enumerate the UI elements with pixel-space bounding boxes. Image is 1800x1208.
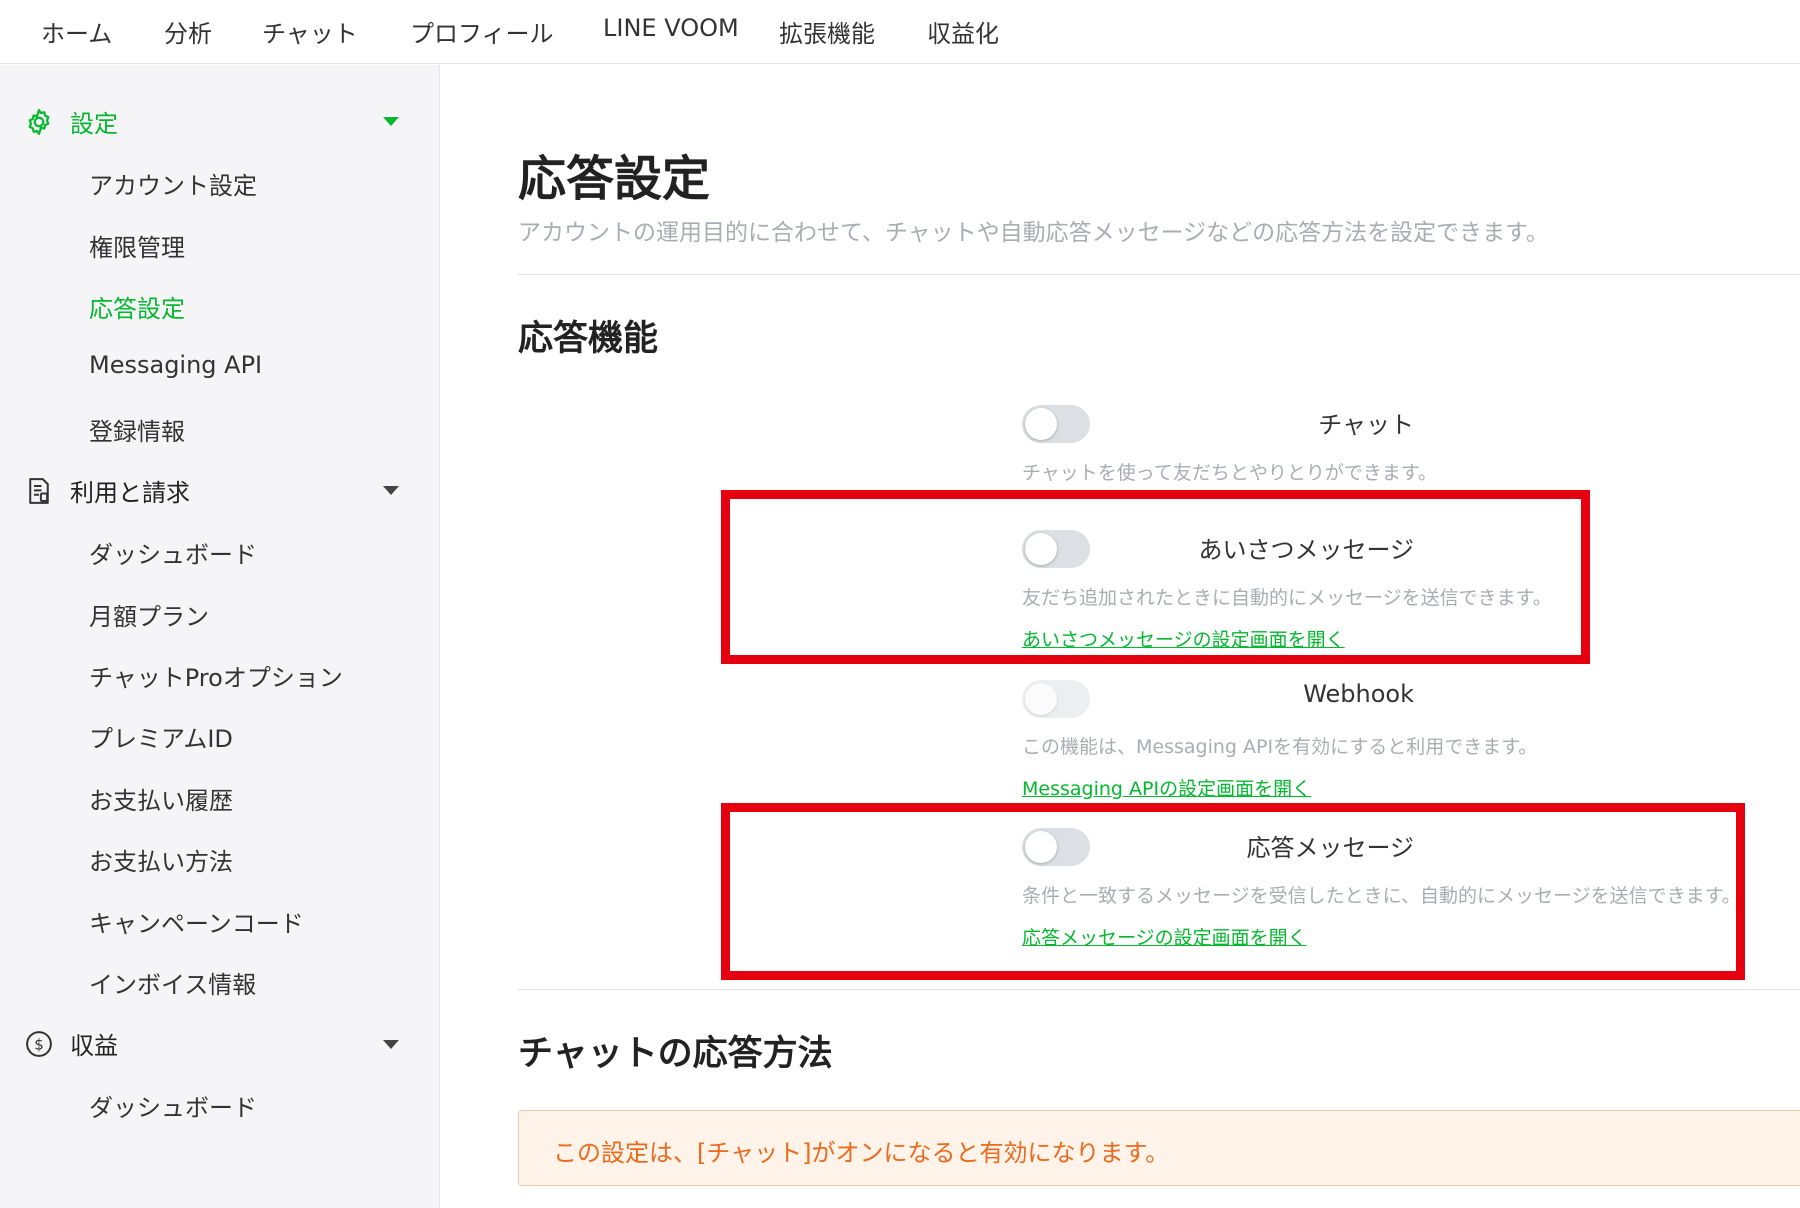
sidebar-item-chat-pro-option[interactable]: チャットProオプション xyxy=(89,658,343,693)
sidebar-section-revenue[interactable]: $ 収益 xyxy=(24,1026,118,1061)
gear-icon xyxy=(24,107,54,137)
sidebar-item-campaign-code[interactable]: キャンペーンコード xyxy=(89,904,304,939)
main-content: 応答設定 アカウントの運用目的に合わせて、チャットや自動応答メッセージなどの応答… xyxy=(441,65,1800,1208)
sidebar-section-billing[interactable]: 利用と請求 xyxy=(24,473,190,508)
chevron-down-icon[interactable] xyxy=(383,117,399,126)
nav-analytics[interactable]: 分析 xyxy=(164,14,212,49)
sidebar-item-payment-history[interactable]: お支払い履歴 xyxy=(89,781,233,816)
notice-text: この設定は、[チャット]がオンになると有効になります。 xyxy=(553,1139,1170,1167)
sidebar-item-monthly-plan[interactable]: 月額プラン xyxy=(89,597,209,632)
sidebar: 設定 アカウント設定 権限管理 応答設定 Messaging API 登録情報 … xyxy=(0,65,440,1208)
highlight-box-auto-response xyxy=(721,803,1745,980)
nav-chat[interactable]: チャット xyxy=(262,14,358,49)
chat-label: チャット xyxy=(1318,411,1414,439)
nav-profile[interactable]: プロフィール xyxy=(410,14,554,49)
chevron-down-icon[interactable] xyxy=(383,486,399,495)
divider xyxy=(518,989,1800,990)
document-icon xyxy=(24,476,54,506)
svg-text:$: $ xyxy=(34,1035,44,1053)
toggle-knob xyxy=(1025,408,1057,440)
sidebar-item-response-settings[interactable]: 応答設定 xyxy=(89,289,185,324)
sidebar-section-settings-label: 設定 xyxy=(70,110,118,138)
chat-description: チャットを使って友だちとやりとりができます。 xyxy=(1022,462,1437,484)
webhook-toggle[interactable] xyxy=(1022,680,1090,718)
notice-banner: この設定は、[チャット]がオンになると有効になります。 xyxy=(518,1110,1800,1186)
nav-monetization[interactable]: 収益化 xyxy=(927,14,999,49)
webhook-description: この機能は、Messaging APIを有効にすると利用できます。 xyxy=(1022,736,1538,758)
chat-toggle[interactable] xyxy=(1022,405,1090,443)
nav-home[interactable]: ホーム xyxy=(41,14,112,49)
toggle-knob xyxy=(1025,683,1057,715)
chevron-down-icon[interactable] xyxy=(383,1040,399,1049)
section-title-response-features: 応答機能 xyxy=(518,319,659,359)
sidebar-section-revenue-label: 収益 xyxy=(70,1032,118,1060)
page-title: 応答設定 xyxy=(518,151,711,207)
webhook-label: Webhook xyxy=(1303,680,1414,708)
section-title-chat-response-method: チャットの応答方法 xyxy=(518,1034,833,1074)
sidebar-item-revenue-dashboard[interactable]: ダッシュボード xyxy=(89,1088,257,1123)
sidebar-item-messaging-api[interactable]: Messaging API xyxy=(89,351,262,379)
sidebar-section-billing-label: 利用と請求 xyxy=(70,479,190,507)
sidebar-item-invoice-info[interactable]: インボイス情報 xyxy=(89,965,256,1000)
sidebar-section-settings[interactable]: 設定 xyxy=(24,104,118,139)
dollar-circle-icon: $ xyxy=(24,1029,54,1059)
sidebar-item-dashboard[interactable]: ダッシュボード xyxy=(89,535,257,570)
sidebar-item-payment-method[interactable]: お支払い方法 xyxy=(89,842,233,877)
sidebar-item-premium-id[interactable]: プレミアムID xyxy=(89,719,233,754)
sidebar-item-account-settings[interactable]: アカウント設定 xyxy=(89,166,257,201)
top-navigation: ホーム 分析 チャット プロフィール LINE VOOM 拡張機能 収益化 xyxy=(0,0,1800,64)
messaging-api-settings-link[interactable]: Messaging APIの設定画面を開く xyxy=(1022,774,1311,801)
sidebar-item-permissions[interactable]: 権限管理 xyxy=(89,228,185,263)
nav-extensions[interactable]: 拡張機能 xyxy=(779,14,875,49)
nav-line-voom[interactable]: LINE VOOM xyxy=(603,14,739,42)
sidebar-item-registration-info[interactable]: 登録情報 xyxy=(89,412,185,447)
divider xyxy=(518,274,1800,275)
page-description: アカウントの運用目的に合わせて、チャットや自動応答メッセージなどの応答方法を設定… xyxy=(518,220,1549,246)
highlight-box-greeting xyxy=(721,490,1590,664)
